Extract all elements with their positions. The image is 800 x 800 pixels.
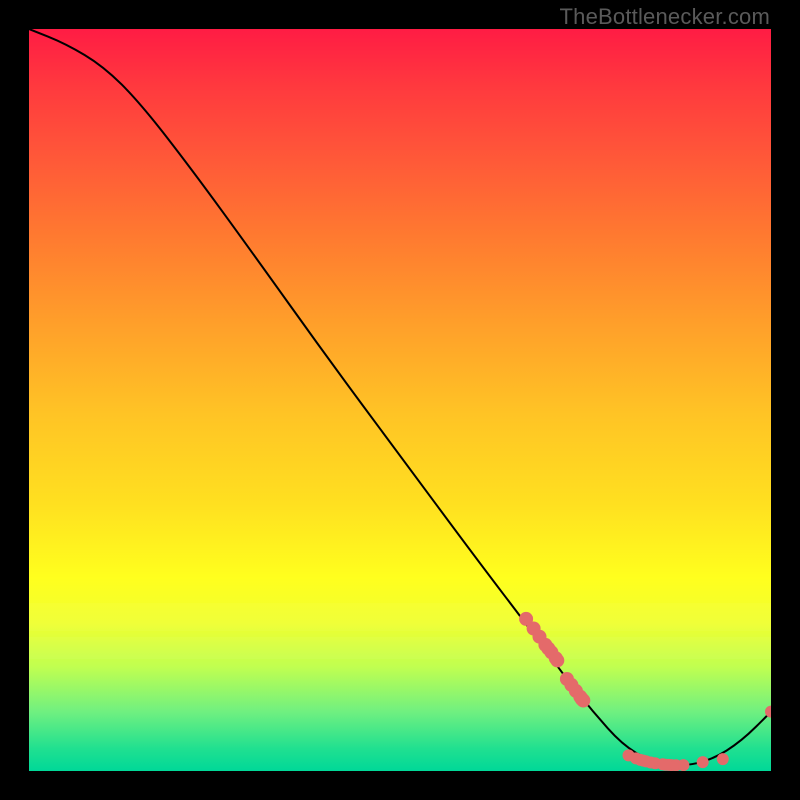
chart-frame: TheBottlenecker.com xyxy=(0,0,800,800)
watermark-text: TheBottlenecker.com xyxy=(560,4,770,30)
data-point xyxy=(550,653,564,667)
data-point xyxy=(697,756,709,768)
plot-area xyxy=(29,29,771,771)
data-point xyxy=(717,753,729,765)
data-point xyxy=(677,759,689,771)
data-point xyxy=(576,694,590,708)
curve-layer xyxy=(29,29,771,771)
bottleneck-curve xyxy=(29,29,771,765)
